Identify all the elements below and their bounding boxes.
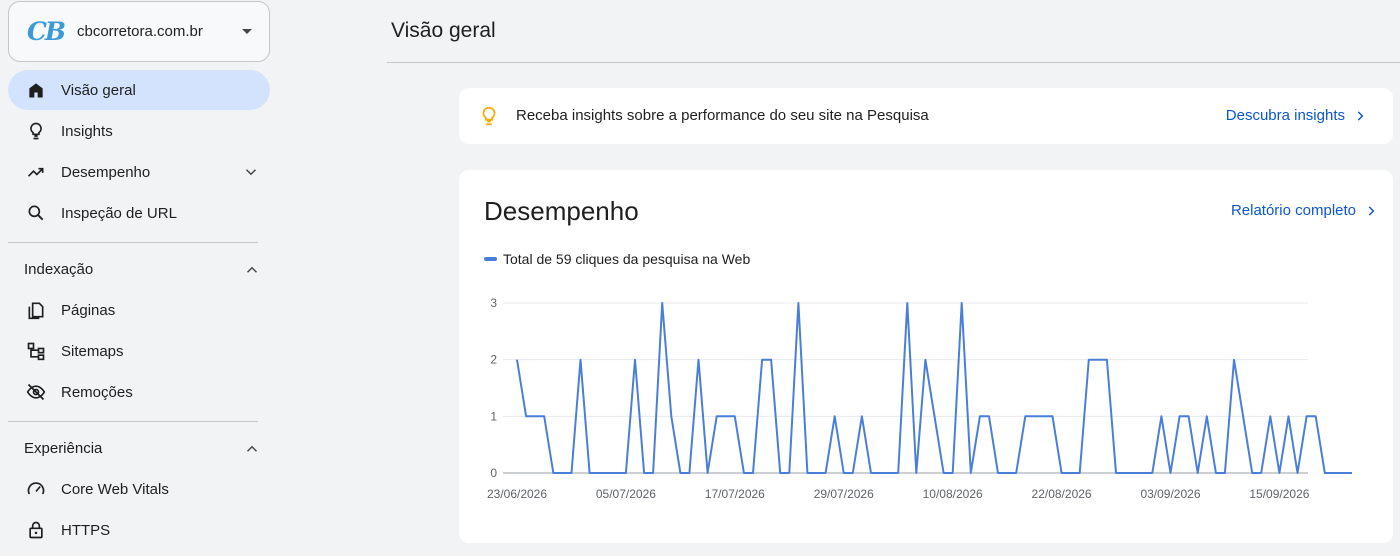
- x-tick-label: 03/09/2026: [1140, 487, 1200, 501]
- sidebar-item-pages[interactable]: Páginas: [8, 290, 270, 330]
- property-logo: CB: [27, 16, 66, 46]
- eye-off-icon: [26, 383, 46, 401]
- x-tick-label: 10/08/2026: [923, 487, 983, 501]
- section-title-indexing[interactable]: Indexação: [24, 261, 93, 278]
- sidebar-item-core-web-vitals[interactable]: Core Web Vitals: [8, 469, 270, 509]
- sidebar-item-https[interactable]: HTTPS: [8, 510, 270, 550]
- insights-banner-text: Receba insights sobre a performance do s…: [516, 107, 929, 124]
- property-selector[interactable]: CB cbcorretora.com.br: [8, 1, 270, 62]
- sitemap-icon: [27, 342, 45, 361]
- sidebar-item-label: Desempenho: [61, 163, 151, 181]
- header-divider: [387, 62, 1400, 63]
- trending-up-icon: [27, 167, 44, 177]
- chevron-up-icon[interactable]: [243, 261, 261, 279]
- sidebar-item-label: Remoções: [61, 383, 133, 401]
- x-tick-label: 05/07/2026: [596, 487, 656, 501]
- performance-card: Desempenho Relatório completo Total de 5…: [459, 170, 1393, 543]
- series-line-clicks[interactable]: [516, 302, 1352, 474]
- dropdown-caret-icon: [242, 29, 252, 34]
- section-title-experience[interactable]: Experiência: [24, 440, 102, 457]
- discover-insights-label: Descubra insights: [1225, 107, 1345, 124]
- sidebar-item-performance[interactable]: Desempenho: [8, 152, 270, 192]
- home-icon: [29, 83, 43, 98]
- sidebar-divider: [8, 421, 258, 422]
- sidebar-item-insights[interactable]: Insights: [8, 111, 270, 151]
- sidebar-item-label: Inspeção de URL: [61, 204, 177, 222]
- performance-chart[interactable]: 0 1 2 3 23/06/2026 05/07/2026 17/07/2026 29/07/…: [459, 170, 1393, 543]
- gauge-icon: [27, 482, 45, 495]
- lightbulb-icon: [482, 106, 496, 126]
- sidebar-item-removals[interactable]: Remoções: [8, 372, 270, 412]
- chevron-up-icon[interactable]: [243, 440, 261, 458]
- x-tick-label: 15/09/2026: [1249, 487, 1309, 501]
- discover-insights-link[interactable]: Descubra insights: [1226, 107, 1367, 124]
- search-icon: [28, 205, 44, 221]
- sidebar-item-label: Core Web Vitals: [61, 480, 169, 498]
- sidebar-item-sitemaps[interactable]: Sitemaps: [8, 331, 270, 371]
- x-tick-label: 23/06/2026: [487, 487, 547, 501]
- y-tick-label: 3: [490, 296, 497, 310]
- y-tick-label: 1: [490, 409, 497, 423]
- x-tick-label: 22/08/2026: [1032, 487, 1092, 501]
- sidebar-item-overview[interactable]: Visão geral: [8, 70, 270, 110]
- y-tick-label: 0: [490, 466, 497, 480]
- lightbulb-icon: [30, 122, 42, 140]
- x-tick-label: 17/07/2026: [705, 487, 765, 501]
- chevron-right-icon: [1357, 110, 1364, 121]
- insights-banner: Receba insights sobre a performance do s…: [459, 88, 1393, 144]
- lock-icon: [29, 521, 43, 539]
- chevron-down-icon[interactable]: [242, 163, 260, 181]
- y-tick-label: 2: [490, 353, 497, 367]
- sidebar-item-label: HTTPS: [61, 521, 111, 539]
- sidebar-item-label: Visão geral: [61, 81, 136, 99]
- sidebar-divider: [8, 242, 258, 243]
- sidebar-item-label: Sitemaps: [61, 342, 124, 360]
- page-title: Visão geral: [391, 19, 496, 42]
- sidebar-item-label: Páginas: [61, 301, 116, 319]
- x-tick-label: 29/07/2026: [814, 487, 874, 501]
- sidebar-item-label: Insights: [61, 122, 113, 140]
- pages-icon: [28, 302, 44, 320]
- sidebar: CB cbcorretora.com.br Visão geral Insigh…: [0, 0, 280, 556]
- sidebar-item-url-inspection[interactable]: Inspeção de URL: [8, 193, 270, 233]
- property-name: cbcorretora.com.br: [77, 23, 203, 40]
